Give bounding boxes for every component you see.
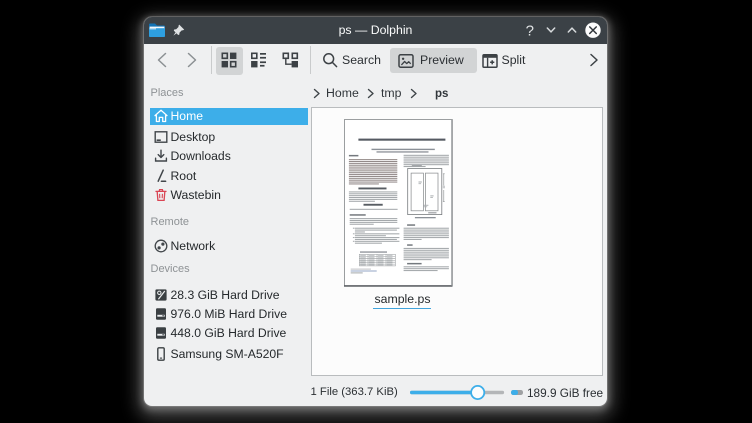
svg-text:?: ? bbox=[526, 23, 534, 39]
